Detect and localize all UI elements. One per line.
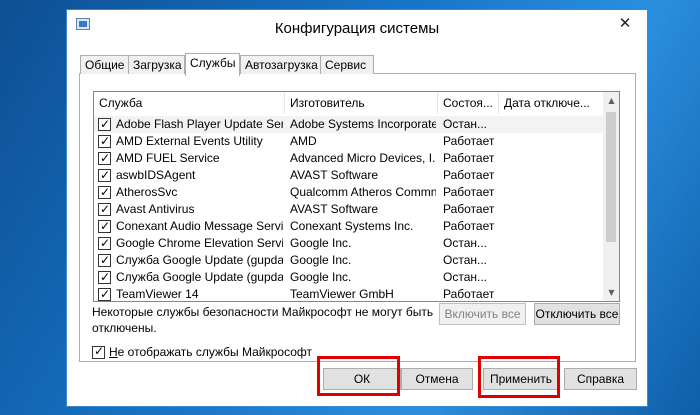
- service-checkbox[interactable]: [98, 286, 111, 301]
- service-status: Работает: [443, 151, 495, 165]
- service-status: Работает: [443, 287, 495, 301]
- service-name: TeamViewer 14: [116, 287, 199, 301]
- scroll-down-arrow-icon[interactable]: ▼: [603, 284, 619, 301]
- service-name: aswbIDSAgent: [116, 168, 196, 182]
- note-line-2: отключены.: [92, 321, 157, 335]
- service-row[interactable]: AMD FUEL Service Advanced Micro Devices,…: [94, 150, 603, 167]
- column-header-service[interactable]: Служба: [94, 92, 285, 114]
- service-manufacturer: Conexant Systems Inc.: [290, 219, 414, 233]
- service-manufacturer: Adobe Systems Incorporated: [290, 117, 436, 131]
- scroll-up-arrow-icon[interactable]: ▲: [603, 92, 619, 109]
- security-services-note: Некоторые службы безопасности Майкрософт…: [92, 304, 433, 336]
- column-header-status[interactable]: Состоя...: [438, 92, 499, 114]
- service-status: Работает: [443, 219, 495, 233]
- service-name: Служба Google Update (gupdate...: [116, 270, 283, 284]
- service-name: AMD FUEL Service: [116, 151, 220, 165]
- service-checkbox[interactable]: [98, 150, 111, 167]
- service-checkbox[interactable]: [98, 184, 111, 201]
- column-header-manufacturer[interactable]: Изготовитель: [285, 92, 438, 114]
- cancel-button[interactable]: Отмена: [401, 368, 473, 390]
- service-row[interactable]: aswbIDSAgent AVAST Software Работает: [94, 167, 603, 184]
- service-manufacturer: TeamViewer GmbH: [290, 287, 394, 301]
- service-status: Остан...: [443, 236, 487, 250]
- column-header-disable-date[interactable]: Дата отключе...: [499, 92, 603, 114]
- service-checkbox[interactable]: [98, 235, 111, 252]
- service-checkbox[interactable]: [98, 201, 111, 218]
- services-list: Служба Изготовитель Состоя... Дата отклю…: [93, 91, 620, 302]
- disable-all-button[interactable]: Отключить все: [534, 303, 620, 325]
- service-name: Google Chrome Elevation Service: [116, 236, 283, 250]
- service-manufacturer: AVAST Software: [290, 168, 379, 182]
- service-manufacturer: Advanced Micro Devices, I...: [290, 151, 436, 165]
- service-manufacturer: Google Inc.: [290, 236, 352, 250]
- tab-boot[interactable]: Загрузка: [128, 55, 185, 74]
- service-name: Avast Antivirus: [116, 202, 195, 216]
- service-name: Adobe Flash Player Update Service: [116, 117, 283, 131]
- scroll-thumb[interactable]: [606, 112, 616, 242]
- service-manufacturer: Google Inc.: [290, 253, 352, 267]
- title-bar[interactable]: Конфигурация системы ✕: [67, 10, 647, 43]
- service-status: Остан...: [443, 253, 487, 267]
- service-status: Работает: [443, 134, 495, 148]
- service-row[interactable]: AtherosSvc Qualcomm Atheros Commn... Раб…: [94, 184, 603, 201]
- tab-general[interactable]: Общие: [80, 55, 129, 74]
- service-manufacturer: Qualcomm Atheros Commn...: [290, 185, 436, 199]
- note-line-1: Некоторые службы безопасности Майкрософт…: [92, 305, 434, 319]
- service-name: AtherosSvc: [116, 185, 178, 199]
- apply-highlight-box: [478, 356, 560, 398]
- service-name: AMD External Events Utility: [116, 134, 263, 148]
- hide-microsoft-services-label: Не отображать службы Майкрософт: [109, 345, 312, 359]
- label-text: е отображать службы Майкрософт: [117, 345, 313, 359]
- service-checkbox[interactable]: [98, 218, 111, 235]
- enable-all-button[interactable]: Включить все: [439, 303, 526, 325]
- help-button[interactable]: Справка: [564, 368, 637, 390]
- service-status: Остан...: [443, 270, 487, 284]
- service-row[interactable]: TeamViewer 14 TeamViewer GmbH Работает: [94, 286, 603, 301]
- service-row[interactable]: Conexant Audio Message Service Conexant …: [94, 218, 603, 235]
- label-access-key: Н: [109, 345, 118, 359]
- service-checkbox[interactable]: [98, 167, 111, 184]
- service-row[interactable]: AMD External Events Utility AMD Работает: [94, 133, 603, 150]
- service-manufacturer: AVAST Software: [290, 202, 379, 216]
- tab-tools[interactable]: Сервис: [320, 55, 374, 74]
- service-status: Работает: [443, 168, 495, 182]
- service-checkbox[interactable]: [98, 116, 111, 133]
- service-checkbox[interactable]: [98, 269, 111, 286]
- service-row[interactable]: Avast Antivirus AVAST Software Работает: [94, 201, 603, 218]
- service-row[interactable]: Служба Google Update (gupdate) Google In…: [94, 252, 603, 269]
- system-config-window: Конфигурация системы ✕ Общие Загрузка Сл…: [66, 9, 648, 407]
- service-row[interactable]: Adobe Flash Player Update Service Adobe …: [94, 116, 603, 133]
- service-status: Остан...: [443, 117, 487, 131]
- tab-startup[interactable]: Автозагрузка: [240, 55, 321, 74]
- service-name: Служба Google Update (gupdate): [116, 253, 283, 267]
- service-row[interactable]: Google Chrome Elevation Service Google I…: [94, 235, 603, 252]
- service-manufacturer: Google Inc.: [290, 270, 352, 284]
- service-row[interactable]: Служба Google Update (gupdate... Google …: [94, 269, 603, 286]
- service-checkbox[interactable]: [98, 133, 111, 150]
- service-name: Conexant Audio Message Service: [116, 219, 283, 233]
- window-title: Конфигурация системы: [274, 20, 440, 37]
- service-checkbox[interactable]: [98, 252, 111, 269]
- ok-highlight-box: [317, 356, 400, 396]
- hide-microsoft-services-check[interactable]: [92, 344, 105, 359]
- tab-services[interactable]: Службы: [185, 53, 240, 76]
- service-manufacturer: AMD: [290, 134, 317, 148]
- service-status: Работает: [443, 202, 495, 216]
- service-status: Работает: [443, 185, 495, 199]
- close-button[interactable]: ✕: [607, 12, 643, 36]
- vertical-scrollbar[interactable]: ▲ ▼: [603, 92, 619, 301]
